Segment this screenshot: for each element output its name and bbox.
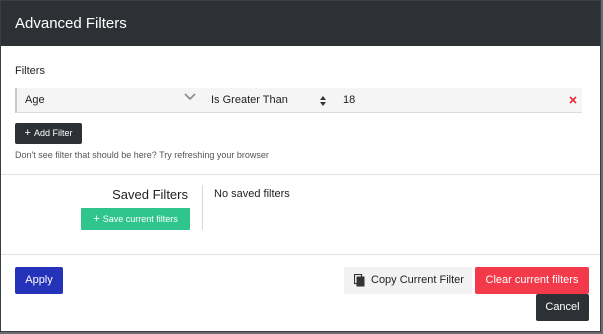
save-current-filters-button[interactable]: + Save current filters <box>81 208 190 230</box>
cancel-button[interactable]: Cancel <box>536 294 589 321</box>
vertical-divider <box>202 185 203 230</box>
no-saved-filters-text: No saved filters <box>214 188 290 200</box>
clear-current-filters-button[interactable]: Clear current filters <box>475 267 589 294</box>
save-current-filters-label: Save current filters <box>102 214 178 224</box>
add-filter-label: Add Filter <box>33 128 73 138</box>
refresh-hint: Don't see filter that should be here? Tr… <box>15 150 269 160</box>
advanced-filters-modal: Advanced Filters Filters Age Is Greater … <box>0 0 601 332</box>
plus-icon: + <box>93 213 100 225</box>
add-filter-button[interactable]: + Add Filter <box>15 123 82 144</box>
divider <box>1 254 600 255</box>
copy-icon <box>354 274 365 287</box>
filters-label: Filters <box>15 65 45 77</box>
filter-operator-select[interactable]: Is Greater Than <box>211 88 288 113</box>
copy-current-filter-button[interactable]: Copy Current Filter <box>344 267 472 294</box>
close-icon[interactable] <box>567 94 579 106</box>
filter-row: Age Is Greater Than 18 <box>15 88 582 113</box>
updown-arrows-icon[interactable] <box>319 95 327 107</box>
chevron-down-icon[interactable] <box>183 90 197 104</box>
filter-field-select[interactable]: Age <box>25 88 45 113</box>
filter-value-input[interactable]: 18 <box>343 88 355 113</box>
copy-current-filter-label: Copy Current Filter <box>371 274 464 286</box>
modal-title: Advanced Filters <box>1 1 600 46</box>
saved-filters-title: Saved Filters <box>112 187 188 202</box>
plus-icon: + <box>24 127 31 139</box>
divider <box>1 174 600 175</box>
apply-button[interactable]: Apply <box>15 267 63 294</box>
